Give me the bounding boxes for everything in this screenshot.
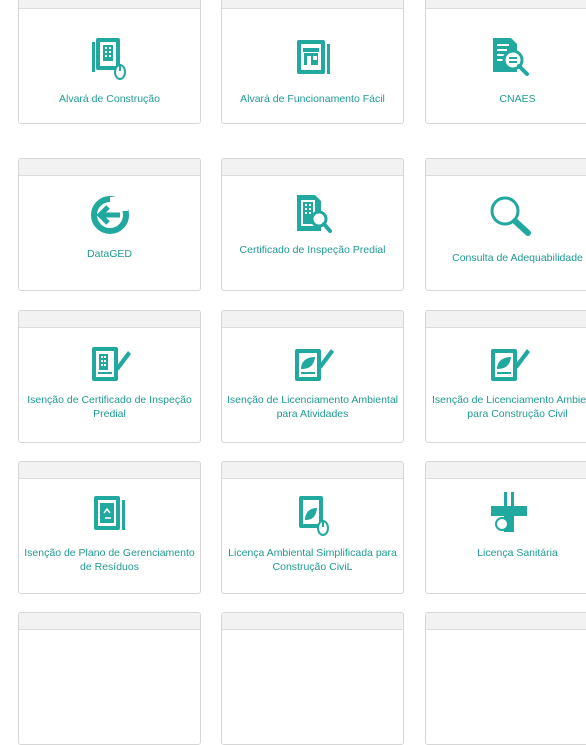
service-label: Alvará de Funcionamento Fácil: [240, 93, 385, 105]
service-card-partial[interactable]: [18, 612, 201, 745]
card-header-bar: [426, 159, 586, 176]
service-card-isencao-licenciamento-atividades[interactable]: Isenção de Licenciamento Ambiental para …: [221, 310, 404, 443]
dataged-logo-icon: [90, 196, 129, 234]
service-label: DataGED: [87, 248, 132, 260]
service-card-isencao-licenciamento-construcao[interactable]: Isenção de Licenciamento Ambiental para …: [425, 310, 586, 443]
service-label: Isenção de Licenciamento Ambiental para …: [226, 394, 399, 420]
storefront-document-icon: [296, 40, 330, 74]
building-pen-document-icon: [91, 347, 131, 381]
card-header-bar: [222, 462, 403, 479]
service-card-dataged[interactable]: DataGED: [18, 158, 201, 291]
service-card-cnaes[interactable]: CNAES: [425, 0, 586, 124]
card-header-bar: [222, 613, 403, 630]
service-label: Isenção de Certificado de Inspeção Predi…: [27, 394, 192, 420]
health-cross-icon: [491, 492, 527, 532]
building-search-icon: [296, 195, 332, 233]
service-card-licenca-ambiental-simplificada[interactable]: Licença Ambiental Simplificada para Cons…: [221, 461, 404, 594]
card-header-bar: [222, 0, 403, 9]
service-card-isencao-certificado[interactable]: Isenção de Certificado de Inspeção Predi…: [18, 310, 201, 443]
building-document-icon: [91, 38, 126, 80]
card-header-bar: [426, 0, 586, 9]
card-header-bar: [19, 462, 200, 479]
recycle-bin-document-icon: [93, 496, 125, 530]
service-label: Isenção de Plano de Gerenciamento de Res…: [24, 547, 195, 573]
service-label: Licença Sanitária: [477, 547, 558, 559]
card-header-bar: [19, 311, 200, 328]
service-card-licenca-sanitaria[interactable]: Licença Sanitária: [425, 461, 586, 594]
leaf-pen-document-icon: [491, 349, 530, 381]
service-card-alvara-construcao[interactable]: Alvará de Construção: [18, 0, 201, 124]
service-label: Alvará de Construção: [59, 93, 160, 105]
card-header-bar: [19, 159, 200, 176]
service-card-alvara-funcionamento[interactable]: Alvará de Funcionamento Fácil: [221, 0, 404, 124]
leaf-pen-document-icon: [294, 349, 334, 381]
card-header-bar: [222, 159, 403, 176]
card-header-bar: [426, 311, 586, 328]
card-header-bar: [222, 311, 403, 328]
service-card-partial[interactable]: [221, 612, 404, 745]
service-card-partial[interactable]: [425, 612, 586, 745]
card-header-bar: [426, 462, 586, 479]
service-label: Consulta de Adequabilidade: [452, 252, 583, 264]
service-label: Certificado de Inspeção Predial: [239, 244, 386, 256]
leaf-mouse-document-icon: [298, 496, 329, 536]
service-label: Licença Ambiental Simplificada para Cons…: [228, 547, 397, 573]
service-card-consulta-adequabilidade[interactable]: Consulta de Adequabilidade: [425, 158, 586, 291]
card-header-bar: [426, 613, 586, 630]
service-label: CNAES: [499, 93, 536, 105]
document-search-icon: [493, 38, 529, 76]
service-label: Isenção de Licenciamento Ambiental para …: [431, 394, 586, 420]
card-header-bar: [19, 0, 200, 9]
service-card-certificado-inspecao[interactable]: Certificado de Inspeção Predial: [221, 158, 404, 291]
card-header-bar: [19, 613, 200, 630]
magnifier-icon: [490, 196, 531, 236]
service-card-isencao-plano-residuos[interactable]: Isenção de Plano de Gerenciamento de Res…: [18, 461, 201, 594]
